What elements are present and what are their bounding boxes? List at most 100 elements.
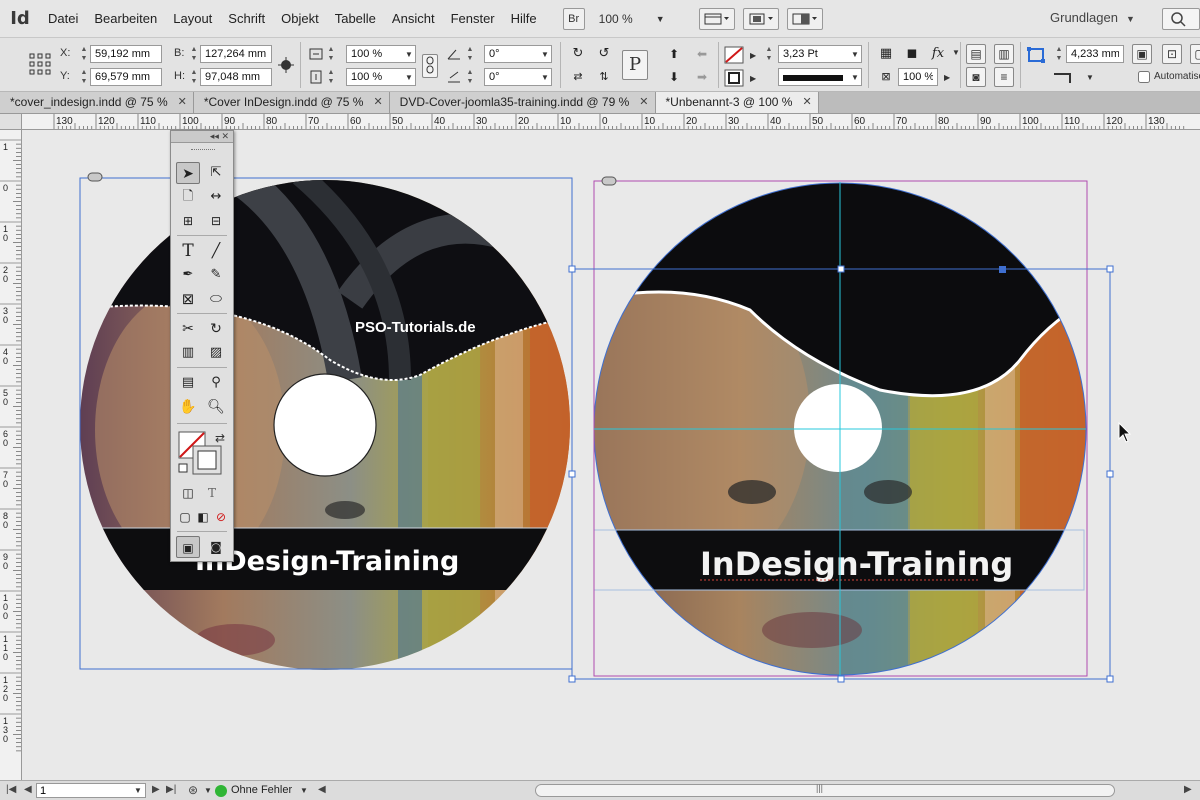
close-icon[interactable]: ✕ (802, 92, 811, 113)
link-icon[interactable] (601, 176, 617, 186)
stroke-swatch-icon[interactable] (724, 69, 744, 87)
view-options-button[interactable] (698, 7, 735, 30)
height-input[interactable] (200, 68, 272, 86)
search-input[interactable] (1162, 8, 1200, 30)
scale-link-button[interactable] (422, 54, 438, 78)
tools-panel[interactable]: ◂◂ ✕ ➤ ⇱ 🗋 ↔ ⊞ ⊟ T ╱ ✒ ✎ ⊠ ⬭ ✂ ↻ ▥ ▨ ▤ ⚲… (170, 130, 234, 562)
y-stepper[interactable]: ▲ ▼ (79, 68, 89, 86)
menu-fenster[interactable]: Fenster (443, 0, 503, 38)
tab-dvd-cover[interactable]: DVD-Cover-joomla35-training.indd @ 79 % ✕ (389, 92, 656, 113)
open-document-icon[interactable]: ⊛ (188, 783, 198, 797)
page-number-input[interactable] (36, 783, 146, 798)
formatting-container-icon[interactable]: ◫ (176, 482, 200, 504)
horizontal-scrollbar[interactable]: ||| (535, 783, 1115, 797)
screen-mode-button[interactable] (742, 7, 779, 30)
stroke-type-select[interactable] (778, 68, 862, 86)
swap-icon[interactable]: ⇄ (215, 431, 225, 445)
pencil-tool-icon[interactable]: ✎ (204, 264, 228, 286)
select-next-icon[interactable]: ➡ (690, 66, 714, 88)
tab-cover-indesign[interactable]: *cover_indesign.indd @ 75 % ✕ (0, 92, 194, 113)
autofit-checkbox[interactable] (1138, 71, 1150, 83)
fit-content-frame-icon[interactable]: ▣ (1132, 44, 1152, 64)
previous-page-icon[interactable]: ◀ (24, 784, 32, 795)
anchor-point[interactable] (999, 266, 1006, 273)
free-transform-tool-icon[interactable]: ↻ (204, 318, 228, 340)
content-collector-icon[interactable]: ⊞ (176, 210, 200, 232)
fit-frame-content-icon[interactable]: ⊡ (1162, 44, 1182, 64)
wrap-jump-icon[interactable]: ≡ (994, 67, 1014, 87)
direct-selection-tool-icon[interactable]: ⇱ (204, 162, 228, 184)
effects-icon[interactable]: fx (926, 43, 950, 65)
close-icon[interactable]: ✕ (221, 131, 229, 141)
note-tool-icon[interactable]: ▤ (176, 372, 200, 394)
select-previous-icon[interactable]: ⬅ (690, 43, 714, 65)
select-content-icon[interactable]: ⬇ (662, 66, 686, 88)
collapse-icon[interactable]: ◂◂ (210, 131, 219, 141)
stroke-weight-input[interactable] (778, 45, 862, 63)
chevron-down-icon[interactable]: ▼ (541, 50, 549, 59)
page-tool-icon[interactable]: 🗋 (176, 186, 200, 208)
gradient-feather-tool-icon[interactable]: ▨ (204, 342, 228, 364)
left-cd-brand[interactable]: PSO-Tutorials.de (355, 319, 476, 336)
menu-tabelle[interactable]: Tabelle (327, 0, 384, 38)
shadow-icon[interactable]: ◼ (900, 43, 924, 65)
rotate-ccw-icon[interactable]: ↺ (592, 43, 616, 65)
chevron-right-icon[interactable]: ▶ (750, 74, 756, 83)
menu-objekt[interactable]: Objekt (273, 0, 327, 38)
apply-none-icon[interactable]: ⊘ (209, 506, 233, 528)
menu-datei[interactable]: Datei (40, 0, 86, 38)
left-cd-title[interactable]: InDesign-Training (195, 546, 459, 577)
width-stepper[interactable]: ▲ ▼ (189, 45, 199, 63)
close-icon[interactable]: ✕ (373, 92, 382, 113)
wrap-box-icon[interactable]: ▥ (994, 44, 1014, 64)
fill-swatch-icon[interactable] (724, 46, 744, 64)
flip-horizontal-icon[interactable]: ⇄ (566, 66, 590, 88)
drop-shadow-icon[interactable]: ▦ (874, 43, 898, 65)
chevron-down-icon[interactable]: ▼ (851, 73, 859, 82)
constrain-proportions-icon[interactable] (278, 56, 294, 74)
chevron-down-icon[interactable]: ▼ (851, 50, 859, 59)
wrap-none-icon[interactable]: ▤ (966, 44, 986, 64)
default-colors-icon[interactable] (178, 463, 188, 473)
hand-tool-icon[interactable]: ✋ (176, 396, 200, 418)
menu-layout[interactable]: Layout (165, 0, 220, 38)
select-container-icon[interactable]: ⬆ (662, 43, 686, 65)
last-page-icon[interactable]: ▶| (166, 784, 176, 795)
menu-bearbeiten[interactable]: Bearbeiten (86, 0, 165, 38)
rectangle-frame-tool-icon[interactable]: ⊠ (176, 288, 200, 310)
stroke-weight-stepper[interactable]: ▲ ▼ (764, 45, 774, 63)
chevron-down-icon[interactable]: ▼ (952, 48, 960, 57)
chevron-down-icon[interactable]: ▼ (300, 786, 308, 795)
gradient-swatch-tool-icon[interactable]: ▥ (176, 342, 200, 364)
gap-tool-icon[interactable]: ↔ (204, 186, 228, 208)
close-icon[interactable]: ✕ (639, 92, 648, 113)
rotate-stepper[interactable]: ▲ ▼ (465, 45, 475, 63)
line-tool-icon[interactable]: ╱ (204, 240, 228, 262)
chevron-down-icon[interactable]: ▼ (1086, 73, 1094, 82)
rotate-cw-icon[interactable]: ↻ (566, 43, 590, 65)
scale-y-stepper[interactable]: ▲ ▼ (326, 68, 336, 86)
scroll-left-icon[interactable]: ◀ (318, 784, 326, 795)
chevron-down-icon[interactable]: ▼ (204, 786, 212, 795)
offset-stepper[interactable]: ▲ ▼ (1054, 45, 1064, 63)
shear-stepper[interactable]: ▲ ▼ (465, 68, 475, 86)
normal-view-icon[interactable]: ▣ (176, 536, 200, 558)
center-content-icon[interactable]: ▢ (1190, 44, 1200, 64)
formatting-text-icon[interactable]: T (200, 482, 224, 504)
x-position-input[interactable] (90, 45, 162, 63)
chevron-down-icon[interactable]: ▼ (541, 73, 549, 82)
first-page-icon[interactable]: |◀ (6, 784, 16, 795)
bridge-button[interactable]: Br (562, 7, 585, 30)
chevron-down-icon[interactable]: ▼ (405, 50, 413, 59)
flip-vertical-icon[interactable]: ⇅ (592, 66, 616, 88)
pen-tool-icon[interactable]: ✒ (176, 264, 200, 286)
vertical-ruler[interactable]: 10102030405060708090100110120130 (0, 130, 22, 780)
ruler-origin[interactable] (0, 114, 22, 130)
tab-unbenannt-3[interactable]: *Unbenannt-3 @ 100 % ✕ (655, 92, 819, 113)
tools-panel-header[interactable]: ◂◂ ✕ (171, 131, 233, 143)
scale-x-stepper[interactable]: ▲ ▼ (326, 45, 336, 63)
y-position-input[interactable] (90, 68, 162, 86)
tab-cover-indesign-2[interactable]: *Cover InDesign.indd @ 75 % ✕ (193, 92, 390, 113)
x-stepper[interactable]: ▲ ▼ (79, 45, 89, 63)
ellipse-tool-icon[interactable]: ⬭ (204, 288, 228, 310)
